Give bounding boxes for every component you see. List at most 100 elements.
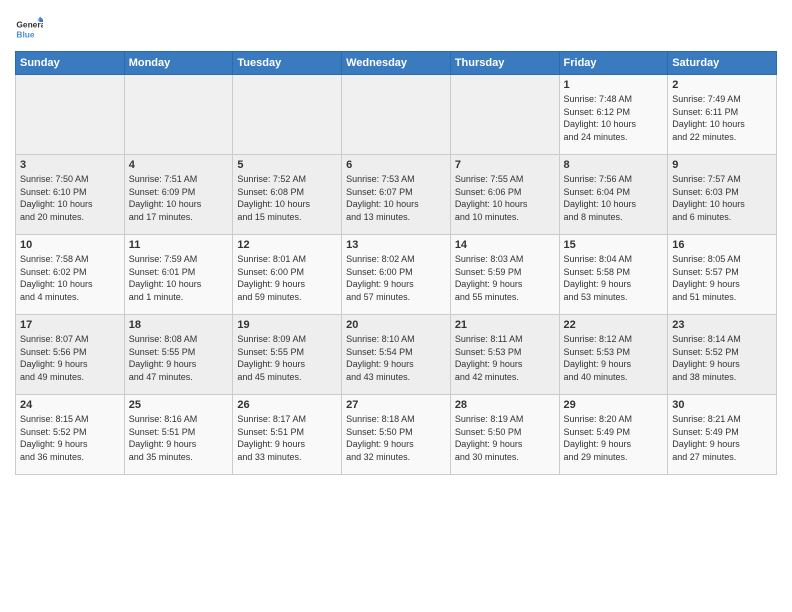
day-number: 25 bbox=[129, 399, 229, 411]
calendar-week-row: 10 Sunrise: 7:58 AM Sunset: 6:02 PM Dayli… bbox=[16, 235, 777, 315]
day-number: 12 bbox=[237, 239, 337, 251]
day-number: 22 bbox=[564, 319, 664, 331]
weekday-header-thursday: Thursday bbox=[450, 52, 559, 75]
calendar-week-row: 24Sunrise: 8:15 AM Sunset: 5:52 PM Dayli… bbox=[16, 395, 777, 475]
calendar-cell: 5 Sunrise: 7:52 AM Sunset: 6:08 PM Daylig… bbox=[233, 155, 342, 235]
day-info: Sunrise: 8:10 AM Sunset: 5:54 PM Dayligh… bbox=[346, 333, 446, 383]
calendar-table: SundayMondayTuesdayWednesdayThursdayFrid… bbox=[15, 51, 777, 475]
calendar-cell: 27 Sunrise: 8:18 AM Sunset: 5:50 PM Dayli… bbox=[342, 395, 451, 475]
calendar-cell: 16 Sunrise: 8:05 AM Sunset: 5:57 PM Dayli… bbox=[668, 235, 777, 315]
calendar-cell: 23 Sunrise: 8:14 AM Sunset: 5:52 PM Dayli… bbox=[668, 315, 777, 395]
weekday-header-monday: Monday bbox=[124, 52, 233, 75]
day-number: 16 bbox=[672, 239, 772, 251]
day-number: 4 bbox=[129, 159, 229, 171]
day-info: Sunrise: 7:53 AM Sunset: 6:07 PM Dayligh… bbox=[346, 173, 446, 223]
calendar-cell: 22 Sunrise: 8:12 AM Sunset: 5:53 PM Dayli… bbox=[559, 315, 668, 395]
day-info: Sunrise: 8:19 AM Sunset: 5:50 PM Dayligh… bbox=[455, 413, 555, 463]
day-info: Sunrise: 8:03 AM Sunset: 5:59 PM Dayligh… bbox=[455, 253, 555, 303]
day-number: 11 bbox=[129, 239, 229, 251]
day-info: Sunrise: 8:05 AM Sunset: 5:57 PM Dayligh… bbox=[672, 253, 772, 303]
day-info: Sunrise: 8:18 AM Sunset: 5:50 PM Dayligh… bbox=[346, 413, 446, 463]
day-number: 27 bbox=[346, 399, 446, 411]
weekday-header-sunday: Sunday bbox=[16, 52, 125, 75]
day-info: Sunrise: 8:04 AM Sunset: 5:58 PM Dayligh… bbox=[564, 253, 664, 303]
weekday-header-wednesday: Wednesday bbox=[342, 52, 451, 75]
calendar-cell: 6 Sunrise: 7:53 AM Sunset: 6:07 PM Daylig… bbox=[342, 155, 451, 235]
day-number: 13 bbox=[346, 239, 446, 251]
day-info: Sunrise: 7:57 AM Sunset: 6:03 PM Dayligh… bbox=[672, 173, 772, 223]
calendar-cell: 13 Sunrise: 8:02 AM Sunset: 6:00 PM Dayli… bbox=[342, 235, 451, 315]
calendar-cell: 25 Sunrise: 8:16 AM Sunset: 5:51 PM Dayli… bbox=[124, 395, 233, 475]
logo: General Blue bbox=[15, 15, 47, 43]
calendar-cell: 28 Sunrise: 8:19 AM Sunset: 5:50 PM Dayli… bbox=[450, 395, 559, 475]
day-info: Sunrise: 8:07 AM Sunset: 5:56 PM Dayligh… bbox=[20, 333, 120, 383]
calendar-cell: 12Sunrise: 8:01 AM Sunset: 6:00 PM Dayli… bbox=[233, 235, 342, 315]
day-info: Sunrise: 8:02 AM Sunset: 6:00 PM Dayligh… bbox=[346, 253, 446, 303]
day-number: 10 bbox=[20, 239, 120, 251]
calendar-cell bbox=[124, 75, 233, 155]
day-info: Sunrise: 7:50 AM Sunset: 6:10 PM Dayligh… bbox=[20, 173, 120, 223]
day-number: 2 bbox=[672, 79, 772, 91]
day-info: Sunrise: 7:48 AM Sunset: 6:12 PM Dayligh… bbox=[564, 93, 664, 143]
calendar-cell: 17 Sunrise: 8:07 AM Sunset: 5:56 PM Dayli… bbox=[16, 315, 125, 395]
day-info: Sunrise: 7:51 AM Sunset: 6:09 PM Dayligh… bbox=[129, 173, 229, 223]
weekday-header-tuesday: Tuesday bbox=[233, 52, 342, 75]
page-header: General Blue bbox=[15, 15, 777, 43]
day-number: 18 bbox=[129, 319, 229, 331]
calendar-cell: 26Sunrise: 8:17 AM Sunset: 5:51 PM Dayli… bbox=[233, 395, 342, 475]
calendar-cell: 9 Sunrise: 7:57 AM Sunset: 6:03 PM Daylig… bbox=[668, 155, 777, 235]
day-number: 29 bbox=[564, 399, 664, 411]
calendar-cell: 15 Sunrise: 8:04 AM Sunset: 5:58 PM Dayli… bbox=[559, 235, 668, 315]
day-info: Sunrise: 8:12 AM Sunset: 5:53 PM Dayligh… bbox=[564, 333, 664, 383]
day-info: Sunrise: 8:09 AM Sunset: 5:55 PM Dayligh… bbox=[237, 333, 337, 383]
calendar-cell: 30 Sunrise: 8:21 AM Sunset: 5:49 PM Dayli… bbox=[668, 395, 777, 475]
weekday-header-saturday: Saturday bbox=[668, 52, 777, 75]
calendar-week-row: 3 Sunrise: 7:50 AM Sunset: 6:10 PM Daylig… bbox=[16, 155, 777, 235]
calendar-cell bbox=[342, 75, 451, 155]
day-number: 8 bbox=[564, 159, 664, 171]
calendar-cell: 10 Sunrise: 7:58 AM Sunset: 6:02 PM Dayli… bbox=[16, 235, 125, 315]
day-number: 17 bbox=[20, 319, 120, 331]
day-number: 28 bbox=[455, 399, 555, 411]
day-info: Sunrise: 7:56 AM Sunset: 6:04 PM Dayligh… bbox=[564, 173, 664, 223]
calendar-cell: 14 Sunrise: 8:03 AM Sunset: 5:59 PM Dayli… bbox=[450, 235, 559, 315]
calendar-cell: 21Sunrise: 8:11 AM Sunset: 5:53 PM Dayli… bbox=[450, 315, 559, 395]
calendar-cell: 1 Sunrise: 7:48 AM Sunset: 6:12 PM Daylig… bbox=[559, 75, 668, 155]
calendar-cell bbox=[233, 75, 342, 155]
calendar-cell: 18 Sunrise: 8:08 AM Sunset: 5:55 PM Dayli… bbox=[124, 315, 233, 395]
day-number: 5 bbox=[237, 159, 337, 171]
svg-text:General: General bbox=[16, 20, 43, 30]
day-number: 3 bbox=[20, 159, 120, 171]
day-info: Sunrise: 7:49 AM Sunset: 6:11 PM Dayligh… bbox=[672, 93, 772, 143]
day-number: 15 bbox=[564, 239, 664, 251]
calendar-cell bbox=[450, 75, 559, 155]
day-info: Sunrise: 8:14 AM Sunset: 5:52 PM Dayligh… bbox=[672, 333, 772, 383]
calendar-cell: 4 Sunrise: 7:51 AM Sunset: 6:09 PM Daylig… bbox=[124, 155, 233, 235]
calendar-cell: 7 Sunrise: 7:55 AM Sunset: 6:06 PM Daylig… bbox=[450, 155, 559, 235]
calendar-week-row: 17 Sunrise: 8:07 AM Sunset: 5:56 PM Dayli… bbox=[16, 315, 777, 395]
day-number: 7 bbox=[455, 159, 555, 171]
day-number: 14 bbox=[455, 239, 555, 251]
logo-icon: General Blue bbox=[15, 15, 43, 43]
day-info: Sunrise: 7:52 AM Sunset: 6:08 PM Dayligh… bbox=[237, 173, 337, 223]
day-number: 23 bbox=[672, 319, 772, 331]
day-info: Sunrise: 8:16 AM Sunset: 5:51 PM Dayligh… bbox=[129, 413, 229, 463]
day-info: Sunrise: 8:17 AM Sunset: 5:51 PM Dayligh… bbox=[237, 413, 337, 463]
calendar-cell: 8 Sunrise: 7:56 AM Sunset: 6:04 PM Daylig… bbox=[559, 155, 668, 235]
day-info: Sunrise: 8:08 AM Sunset: 5:55 PM Dayligh… bbox=[129, 333, 229, 383]
day-number: 1 bbox=[564, 79, 664, 91]
day-info: Sunrise: 8:21 AM Sunset: 5:49 PM Dayligh… bbox=[672, 413, 772, 463]
day-info: Sunrise: 8:11 AM Sunset: 5:53 PM Dayligh… bbox=[455, 333, 555, 383]
day-info: Sunrise: 8:20 AM Sunset: 5:49 PM Dayligh… bbox=[564, 413, 664, 463]
calendar-cell: 24Sunrise: 8:15 AM Sunset: 5:52 PM Dayli… bbox=[16, 395, 125, 475]
day-info: Sunrise: 7:59 AM Sunset: 6:01 PM Dayligh… bbox=[129, 253, 229, 303]
day-number: 30 bbox=[672, 399, 772, 411]
day-info: Sunrise: 7:58 AM Sunset: 6:02 PM Dayligh… bbox=[20, 253, 120, 303]
day-number: 19 bbox=[237, 319, 337, 331]
calendar-header-row: SundayMondayTuesdayWednesdayThursdayFrid… bbox=[16, 52, 777, 75]
calendar-week-row: 1 Sunrise: 7:48 AM Sunset: 6:12 PM Daylig… bbox=[16, 75, 777, 155]
day-number: 9 bbox=[672, 159, 772, 171]
calendar-cell: 19 Sunrise: 8:09 AM Sunset: 5:55 PM Dayli… bbox=[233, 315, 342, 395]
day-number: 6 bbox=[346, 159, 446, 171]
day-info: Sunrise: 7:55 AM Sunset: 6:06 PM Dayligh… bbox=[455, 173, 555, 223]
